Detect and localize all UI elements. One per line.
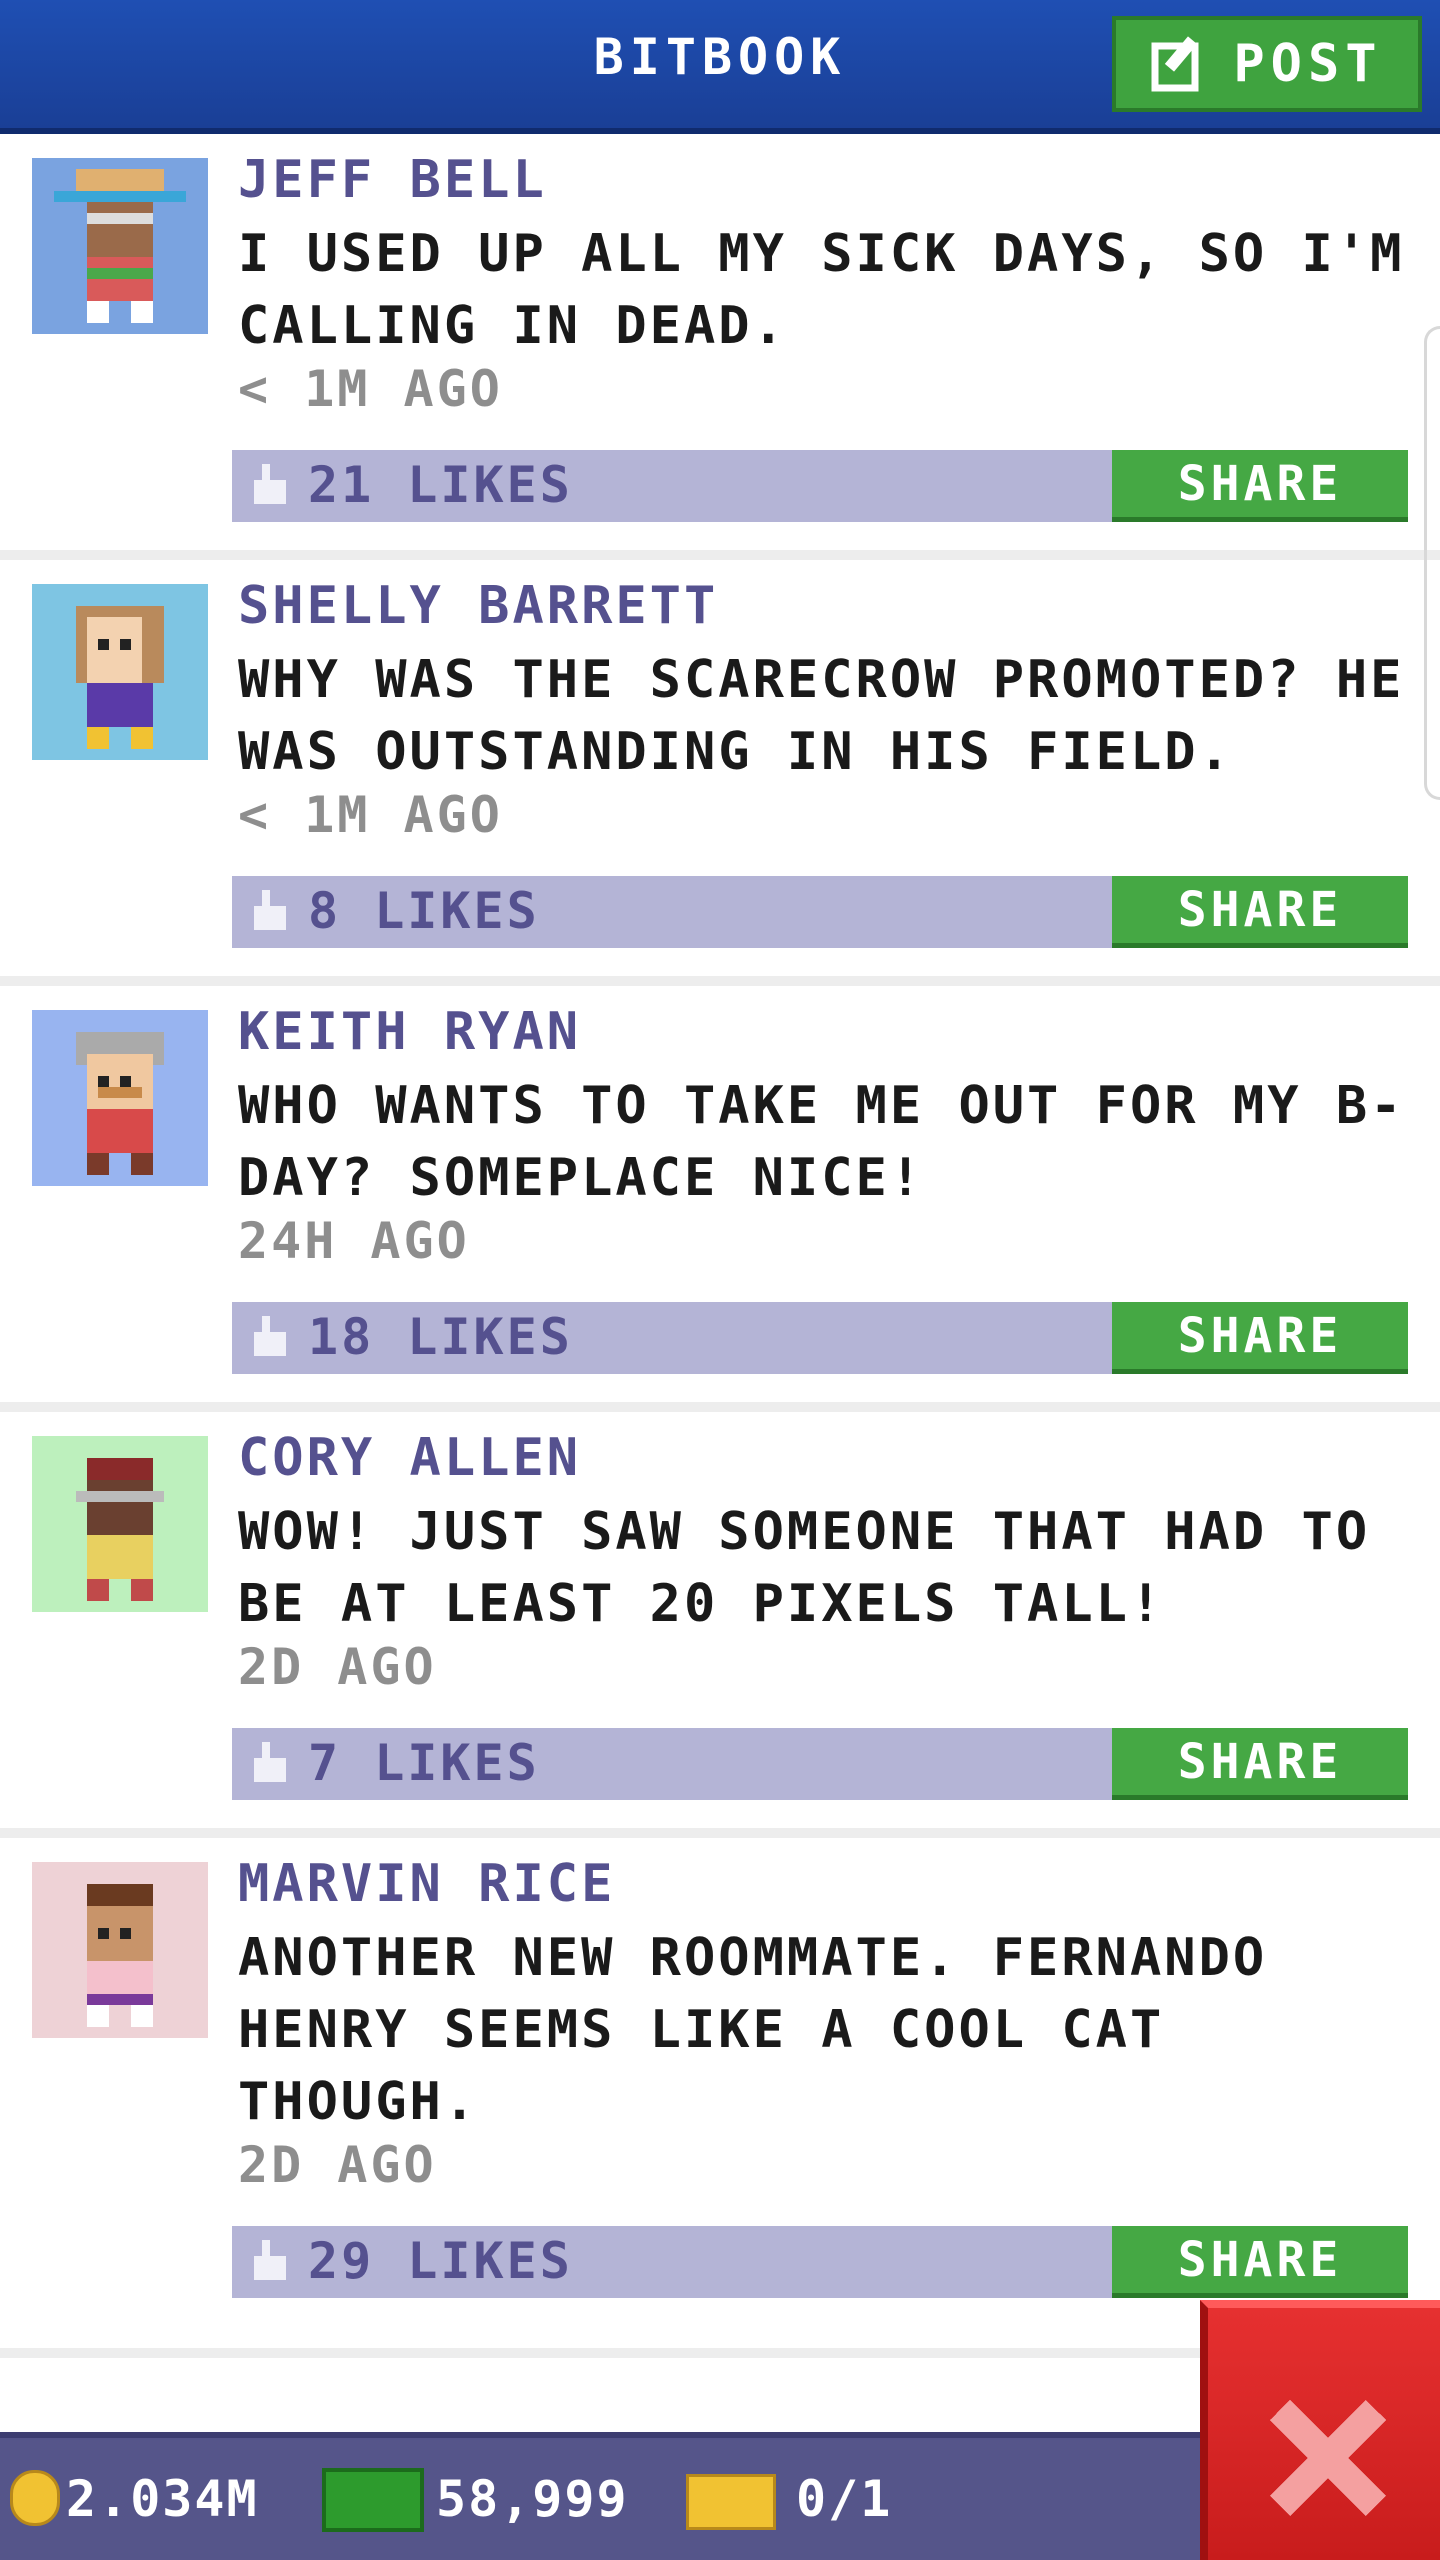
list-item: CORY ALLEN WOW! JUST SAW SOMEONE THAT HA… [0,1412,1440,1838]
like-bar[interactable]: 18 LIKES SHARE [232,1302,1408,1374]
app-header: BITBOOK POST [0,0,1440,134]
tickets-value: 0/1 [796,2470,893,2528]
author-name: SHELLY BARRETT [238,576,719,636]
post-time: 2D AGO [238,1638,437,1696]
post-button-label: POST [1233,34,1383,94]
list-item: JEFF BELL I USED UP ALL MY SICK DAYS, SO… [0,134,1440,560]
thumbs-up-icon [254,890,286,930]
list-item: KEITH RYAN WHO WANTS TO TAKE ME OUT FOR … [0,986,1440,1412]
avatar[interactable] [32,158,208,334]
like-count: 8 LIKES [308,882,540,940]
author-name: MARVIN RICE [238,1854,616,1914]
edit-icon [1151,36,1199,92]
ticket-icon [686,2474,776,2530]
post-time: < 1M AGO [238,360,503,418]
post-time: 2D AGO [238,2136,437,2194]
like-count: 29 LIKES [308,2232,573,2290]
avatar[interactable] [32,1862,208,2038]
share-button[interactable]: SHARE [1112,2226,1408,2298]
close-button[interactable] [1200,2300,1440,2560]
post-time: < 1M AGO [238,786,503,844]
like-count: 18 LIKES [308,1308,573,1366]
share-button[interactable]: SHARE [1112,1302,1408,1374]
list-item: MARVIN RICE ANOTHER NEW ROOMMATE. FERNAN… [0,1838,1440,2358]
share-button[interactable]: SHARE [1112,1728,1408,1800]
post-message: I USED UP ALL MY SICK DAYS, SO I'M CALLI… [238,224,1405,356]
author-name: KEITH RYAN [238,1002,582,1062]
coins-value: 2.034M [66,2470,259,2528]
feed-list: JEFF BELL I USED UP ALL MY SICK DAYS, SO… [0,134,1440,2358]
cash-icon [322,2468,424,2532]
post-message: WOW! JUST SAW SOMEONE THAT HAD TO BE AT … [238,1502,1371,1634]
scroll-indicator[interactable] [1424,326,1440,800]
avatar[interactable] [32,1436,208,1612]
bux-value: 58,999 [436,2470,629,2528]
avatar[interactable] [32,1010,208,1186]
post-message: WHY WAS THE SCARECROW PROMOTED? HE WAS O… [238,650,1405,782]
post-button[interactable]: POST [1112,16,1422,112]
like-bar[interactable]: 8 LIKES SHARE [232,876,1408,948]
close-icon [1269,2399,1387,2517]
list-item: SHELLY BARRETT WHY WAS THE SCARECROW PRO… [0,560,1440,986]
like-bar[interactable]: 7 LIKES SHARE [232,1728,1408,1800]
avatar[interactable] [32,584,208,760]
thumbs-up-icon [254,464,286,504]
like-bar[interactable]: 29 LIKES SHARE [232,2226,1408,2298]
like-bar[interactable]: 21 LIKES SHARE [232,450,1408,522]
author-name: JEFF BELL [238,150,547,210]
author-name: CORY ALLEN [238,1428,582,1488]
like-count: 7 LIKES [308,1734,540,1792]
share-button[interactable]: SHARE [1112,876,1408,948]
post-message: WHO WANTS TO TAKE ME OUT FOR MY B-DAY? S… [238,1076,1405,1208]
share-button[interactable]: SHARE [1112,450,1408,522]
thumbs-up-icon [254,1316,286,1356]
coin-icon [10,2470,60,2526]
thumbs-up-icon [254,1742,286,1782]
like-count: 21 LIKES [308,456,573,514]
thumbs-up-icon [254,2240,286,2280]
post-time: 24H AGO [238,1212,470,1270]
post-message: ANOTHER NEW ROOMMATE. FERNANDO HENRY SEE… [238,1928,1268,2132]
